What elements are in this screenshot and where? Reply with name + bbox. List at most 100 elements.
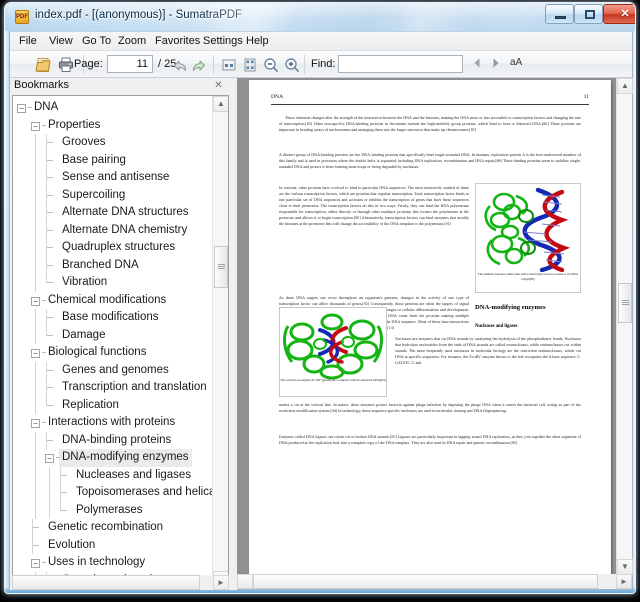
tool-bar: Page: / 25 [10, 51, 632, 78]
bookmark-item[interactable]: −Properties [13, 117, 213, 135]
document-scroll-thumb[interactable] [618, 283, 632, 323]
tree-connector-line [46, 397, 47, 406]
bookmark-item[interactable]: Alternate DNA structures [13, 204, 213, 222]
collapse-toggle-icon[interactable]: − [31, 419, 40, 428]
client-area: File View Go To Zoom Favorites Settings … [9, 31, 633, 590]
document-scroll-up-icon[interactable]: ▲ [617, 78, 633, 94]
bookmark-item[interactable]: Supercoiling [13, 187, 213, 205]
document-hscroll-left-icon[interactable] [237, 574, 253, 589]
bookmark-label: Vibration [59, 274, 110, 292]
document-hscroll-right-icon[interactable]: ► [616, 574, 632, 589]
zoom-in-icon[interactable] [283, 56, 301, 74]
bookmarks-hscroll-right-icon[interactable]: ► [213, 575, 229, 590]
tree-connector-line [35, 257, 36, 275]
bookmark-item[interactable]: Polymerases [13, 502, 213, 520]
bookmark-item[interactable]: −Biological functions [13, 344, 213, 362]
bookmark-item[interactable]: Genes and genomes [13, 362, 213, 380]
menu-go-to[interactable]: Go To [81, 34, 112, 49]
find-next-icon[interactable] [490, 57, 501, 72]
collapse-toggle-icon[interactable]: − [17, 104, 26, 113]
application-window: PDF index.pdf - [(anonymous)] - SumatraP… [4, 2, 636, 594]
scroll-up-icon[interactable]: ▲ [213, 96, 229, 112]
document-hscroll-thumb[interactable] [253, 574, 598, 589]
tree-connector-line [46, 169, 47, 187]
bookmark-item[interactable]: Genetic recombination [13, 519, 213, 537]
bookmark-item[interactable]: Topoisomerases and helicases [13, 484, 213, 502]
document-vertical-scrollbar[interactable]: ▲ ▼ [616, 78, 632, 575]
minimize-button[interactable] [545, 4, 574, 24]
fit-page-icon[interactable] [241, 56, 259, 74]
bookmark-label: Quadruplex structures [59, 239, 178, 257]
tree-branch-dash [42, 422, 46, 423]
scroll-thumb-grip [218, 266, 225, 267]
collapse-toggle-icon[interactable]: − [45, 454, 54, 463]
menu-zoom[interactable]: Zoom [117, 34, 147, 49]
bookmark-item[interactable]: Alternate DNA chemistry [13, 222, 213, 240]
printer-icon[interactable] [57, 56, 75, 74]
find-previous-icon[interactable] [472, 57, 483, 72]
menu-file[interactable]: File [18, 34, 38, 49]
find-input[interactable] [338, 55, 463, 73]
menu-help[interactable]: Help [245, 34, 270, 49]
bookmark-label: Transcription and translation [59, 379, 210, 397]
tree-connector-line [46, 152, 47, 170]
tree-connector-line [46, 309, 47, 327]
menu-view[interactable]: View [48, 34, 74, 49]
bookmark-item[interactable]: Transcription and translation [13, 379, 213, 397]
bookmark-item[interactable]: Nucleases and ligases [13, 467, 213, 485]
close-button[interactable]: ✕ [603, 4, 636, 24]
running-head: DNA 11 [271, 94, 589, 106]
tree-connector-line [35, 152, 36, 170]
bookmark-item[interactable]: Grooves [13, 134, 213, 152]
bookmarks-vertical-scrollbar[interactable]: ▲ ▼ [212, 96, 228, 587]
navigate-forward-icon[interactable] [192, 59, 204, 71]
bookmarks-horizontal-scrollbar[interactable]: ► [12, 575, 229, 590]
tree-branch-dash [46, 387, 53, 388]
bookmark-item[interactable]: Branched DNA [13, 257, 213, 275]
bookmarks-hscroll-thumb[interactable] [12, 575, 200, 590]
bookmark-item[interactable]: Base pairing [13, 152, 213, 170]
navigate-back-icon[interactable] [173, 59, 185, 71]
bookmark-item[interactable]: Quadruplex structures [13, 239, 213, 257]
document-scroll-down-icon[interactable]: ▼ [617, 559, 633, 575]
tree-branch-dash [42, 125, 46, 126]
menu-favorites[interactable]: Favorites [154, 34, 201, 49]
close-sidebar-icon[interactable]: ✕ [212, 80, 225, 93]
bookmark-item[interactable]: Replication [13, 397, 213, 415]
menu-settings[interactable]: Settings [202, 34, 244, 49]
zoom-out-icon[interactable] [262, 56, 280, 74]
bookmark-item[interactable]: Damage [13, 327, 213, 345]
collapse-toggle-icon[interactable]: − [31, 297, 40, 306]
bookmarks-tree-panel[interactable]: −DNA−PropertiesGroovesBase pairingSense … [12, 95, 229, 588]
bookmark-item[interactable]: −DNA [13, 99, 213, 117]
bookmark-item[interactable]: Vibration [13, 274, 213, 292]
bookmark-item[interactable]: DNA-binding proteins [13, 432, 213, 450]
bookmark-item[interactable]: Sense and antisense [13, 169, 213, 187]
page-number-input[interactable] [107, 55, 153, 73]
document-horizontal-scrollbar[interactable]: ► [237, 574, 632, 589]
bookmarks-scroll-thumb[interactable] [214, 246, 228, 288]
tree-connector-line [35, 484, 36, 502]
match-case-icon[interactable]: aA [510, 57, 522, 68]
bookmarks-tree[interactable]: −DNA−PropertiesGroovesBase pairingSense … [13, 96, 213, 587]
maximize-button[interactable] [574, 4, 603, 24]
pdf-viewport[interactable]: DNA 11 These chemical changes alter the … [237, 78, 632, 575]
bookmark-item[interactable]: Base modifications [13, 309, 213, 327]
collapse-toggle-icon[interactable]: − [31, 349, 40, 358]
collapse-toggle-icon[interactable]: − [31, 122, 40, 131]
menu-bar: File View Go To Zoom Favorites Settings … [10, 32, 632, 51]
tree-connector-line [35, 169, 36, 187]
bookmark-item[interactable]: −DNA-modifying enzymes [13, 449, 213, 467]
bookmark-item[interactable]: −Uses in technology [13, 554, 213, 572]
fit-width-icon[interactable] [220, 56, 238, 74]
bookmark-item[interactable]: −Interactions with proteins [13, 414, 213, 432]
pdf-app-icon: PDF [15, 10, 29, 24]
bookmark-item[interactable]: −Chemical modifications [13, 292, 213, 310]
title-bar[interactable]: PDF index.pdf - [(anonymous)] - SumatraP… [5, 3, 636, 31]
open-document-icon[interactable] [35, 56, 53, 74]
bookmark-item[interactable]: Evolution [13, 537, 213, 555]
bookmarks-header: Bookmarks ✕ [12, 78, 229, 95]
tree-connector-line [46, 187, 47, 205]
collapse-toggle-icon[interactable]: − [31, 559, 40, 568]
tree-connector-line [35, 432, 36, 450]
